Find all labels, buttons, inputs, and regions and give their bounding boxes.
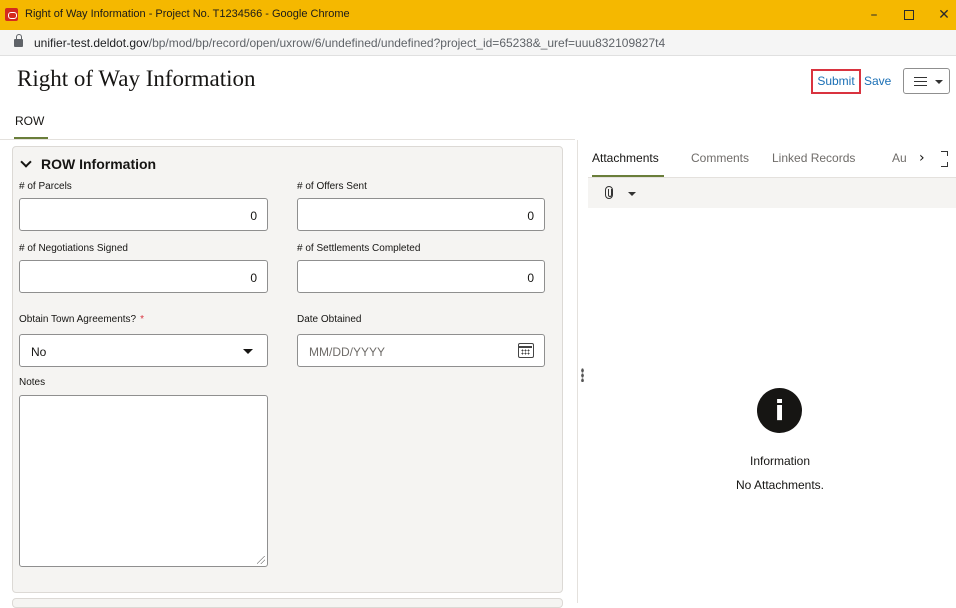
actions-menu-button[interactable] (903, 68, 950, 94)
address-bar[interactable]: unifier-test.deldot.gov/bp/mod/bp/record… (0, 30, 956, 56)
tab-attachments[interactable]: Attachments (592, 151, 659, 165)
notes-label: Notes (19, 377, 46, 388)
url-text[interactable]: unifier-test.deldot.gov/bp/mod/bp/record… (34, 36, 665, 50)
calendar-icon[interactable] (518, 343, 534, 358)
town-agreements-select[interactable]: No (19, 334, 268, 367)
chevron-down-icon (243, 349, 253, 354)
info-icon: i (757, 388, 802, 433)
parcels-field[interactable]: 0 (19, 198, 268, 231)
town-agreements-value: No (31, 345, 47, 359)
parcels-label: # of Parcels (19, 181, 72, 192)
required-marker: * (140, 314, 145, 325)
empty-state-message: No Attachments. (735, 478, 825, 492)
lock-icon (14, 34, 23, 47)
page-title: Right of Way Information (17, 66, 256, 91)
submit-button[interactable]: Submit (811, 69, 861, 94)
settlements-completed-field[interactable]: 0 (297, 260, 545, 293)
offers-sent-label: # of Offers Sent (297, 181, 367, 192)
negotiations-signed-value: 0 (250, 271, 257, 285)
negotiations-signed-label: # of Negotiations Signed (19, 243, 128, 254)
oracle-app-icon (5, 8, 18, 21)
close-icon[interactable]: ✕ (932, 5, 956, 25)
attachments-toolbar (588, 178, 956, 208)
browser-title-bar: Right of Way Information - Project No. T… (0, 0, 956, 30)
tab-divider (0, 139, 575, 140)
chevron-down-icon[interactable] (628, 192, 636, 196)
maximize-icon[interactable] (897, 5, 921, 25)
offers-sent-field[interactable]: 0 (297, 198, 545, 231)
town-agreements-label: Obtain Town Agreements? * (19, 314, 145, 325)
window-title: Right of Way Information - Project No. T… (25, 8, 350, 20)
drag-handle-icon[interactable] (581, 368, 584, 382)
negotiations-signed-field[interactable]: 0 (19, 260, 268, 293)
next-section-panel (12, 598, 563, 608)
settlements-completed-value: 0 (527, 271, 534, 285)
chevron-right-icon[interactable]: › (919, 150, 925, 166)
paperclip-icon[interactable] (605, 186, 613, 199)
offers-sent-value: 0 (527, 209, 534, 223)
settlements-completed-label: # of Settlements Completed (297, 243, 421, 254)
section-title[interactable]: ROW Information (41, 156, 156, 172)
expand-icon[interactable] (941, 151, 949, 167)
chevron-down-icon (935, 80, 943, 84)
tab-comments[interactable]: Comments (691, 151, 749, 165)
tab-linked-records[interactable]: Linked Records (772, 151, 855, 165)
date-obtained-label: Date Obtained (297, 314, 362, 325)
date-obtained-input[interactable]: MM/DD/YYYY (297, 334, 545, 367)
hamburger-icon (914, 77, 927, 86)
tab-row[interactable]: ROW (15, 114, 44, 128)
notes-textarea[interactable] (19, 395, 268, 567)
minimize-icon[interactable]: – (862, 5, 886, 25)
resize-handle-icon[interactable] (257, 556, 265, 564)
date-placeholder: MM/DD/YYYY (309, 345, 386, 359)
panel-splitter (577, 140, 578, 603)
save-button[interactable]: Save (864, 74, 891, 88)
empty-state-title: Information (749, 454, 811, 468)
tab-audit[interactable]: Au (892, 151, 907, 165)
parcels-value: 0 (250, 209, 257, 223)
